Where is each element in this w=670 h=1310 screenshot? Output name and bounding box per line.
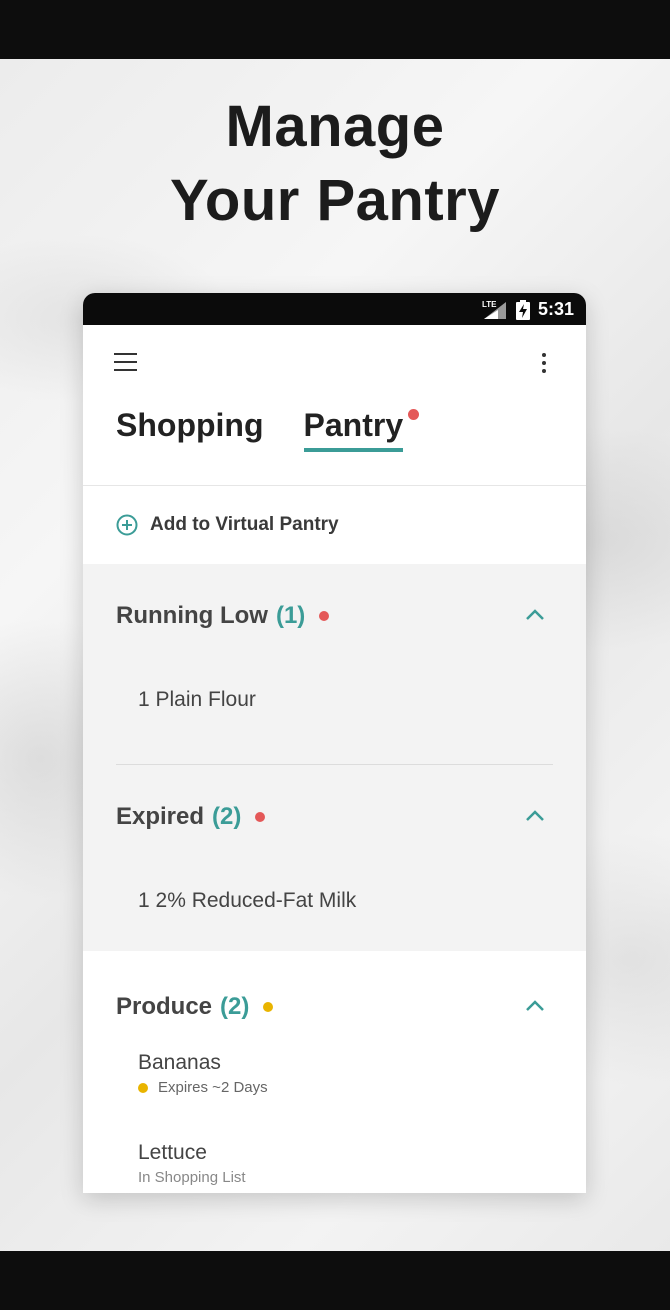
section-title-text: Expired <box>116 803 205 830</box>
list-item[interactable]: Bananas Expires ~2 Days <box>83 1051 586 1141</box>
promo-headline: Manage Your Pantry <box>0 90 670 238</box>
item-status: In Shopping List <box>138 1169 246 1186</box>
section-title-text: Running Low <box>116 602 268 629</box>
item-label: 1 Plain Flour <box>138 688 256 711</box>
section-count: (2) <box>220 993 250 1020</box>
list-item[interactable]: Lettuce In Shopping List <box>83 1141 586 1186</box>
tab-shopping[interactable]: Shopping <box>116 407 264 452</box>
item-label: Bananas <box>138 1051 221 1074</box>
status-time: 5:31 <box>537 299 574 319</box>
app-bar: Shopping Pantry <box>83 325 586 486</box>
alert-dot <box>255 812 266 822</box>
alert-dot <box>319 611 330 621</box>
section-title: Running Low (1) <box>116 602 330 630</box>
item-expiry: Expires ~2 Days <box>138 1079 586 1096</box>
section-count: (2) <box>212 803 242 830</box>
chevron-up-icon[interactable] <box>524 999 546 1013</box>
tab-bar: Shopping Pantry <box>116 407 420 452</box>
section-count: (1) <box>275 602 306 629</box>
list-item[interactable]: 1 Plain Flour <box>83 670 586 730</box>
item-label: Lettuce <box>138 1141 207 1164</box>
section-header-produce[interactable]: Produce (2) <box>83 951 586 1051</box>
add-to-pantry-button[interactable]: Add to Virtual Pantry <box>83 486 586 564</box>
more-options-icon[interactable] <box>538 353 550 377</box>
section-title-text: Produce <box>116 993 213 1020</box>
battery-charging-icon <box>515 299 530 320</box>
item-expiry-text: Expires ~2 Days <box>158 1079 268 1096</box>
item-label: 1 2% Reduced-Fat Milk <box>138 889 357 912</box>
add-to-pantry-label: Add to Virtual Pantry <box>150 514 339 535</box>
warning-dot <box>263 1002 274 1012</box>
produce-block: Produce (2) Bananas Expires ~2 Days Lett… <box>83 951 586 1186</box>
list-item[interactable]: 1 2% Reduced-Fat Milk <box>83 871 586 951</box>
tab-shopping-label: Shopping <box>116 407 264 443</box>
add-circle-icon <box>116 514 138 536</box>
chevron-up-icon[interactable] <box>524 809 546 823</box>
section-header-expired[interactable]: Expired (2) <box>83 765 586 871</box>
hamburger-menu-icon[interactable] <box>114 353 140 375</box>
warning-dot <box>138 1082 148 1093</box>
alerts-block: Running Low (1) 1 Plain Flour Expired (2… <box>83 564 586 951</box>
tab-pantry-label: Pantry <box>303 407 404 443</box>
tab-pantry[interactable]: Pantry <box>303 407 420 452</box>
status-bar: LTE 5:31 <box>83 293 586 325</box>
notification-dot <box>408 409 420 420</box>
phone-screen: LTE 5:31 Shopping Pantry Add to Virtual … <box>83 293 586 1193</box>
headline-line-2: Your Pantry <box>170 168 500 233</box>
network-label: LTE <box>481 299 497 309</box>
section-header-running-low[interactable]: Running Low (1) <box>83 564 586 670</box>
signal-icon: LTE <box>480 300 508 320</box>
section-title: Produce (2) <box>116 993 274 1021</box>
section-title: Expired (2) <box>116 803 266 831</box>
headline-line-1: Manage <box>225 94 445 159</box>
chevron-up-icon[interactable] <box>524 608 546 622</box>
